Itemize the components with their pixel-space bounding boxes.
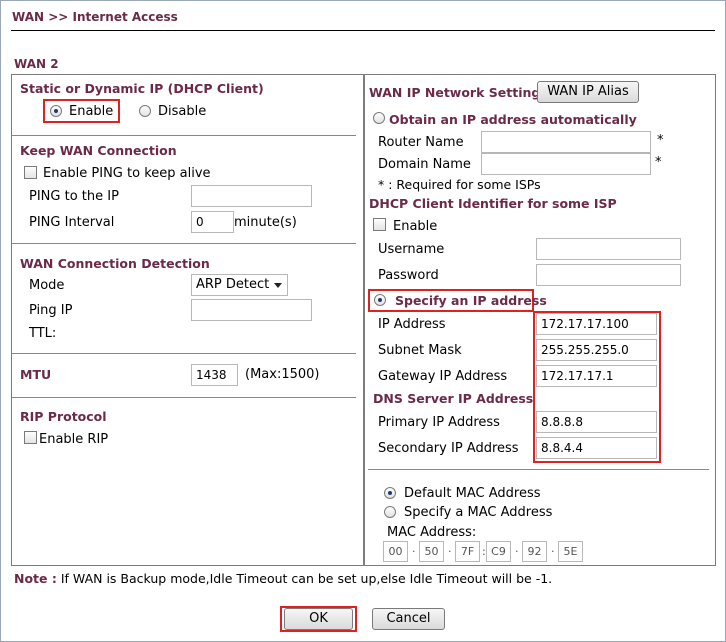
specify-ip-radio[interactable] <box>374 294 386 306</box>
enable-rip-label: Enable RIP <box>39 432 109 447</box>
detection-ping-ip-input[interactable] <box>191 299 312 321</box>
mtu-input[interactable]: 1438 <box>191 364 238 386</box>
ping-ip-label: PING to the IP <box>29 189 119 204</box>
cancel-button[interactable]: Cancel <box>372 608 445 630</box>
detection-title: WAN Connection Detection <box>20 256 210 271</box>
wan-ip-settings-title: WAN IP Network Settings <box>369 85 548 100</box>
username-input[interactable] <box>536 238 681 260</box>
obtain-auto-radio[interactable] <box>373 112 385 124</box>
specify-mac-radio[interactable] <box>384 506 396 518</box>
detection-ping-ip-label: Ping IP <box>29 303 73 318</box>
mode-label: Mode <box>29 278 65 293</box>
router-name-required: * <box>657 133 664 148</box>
mac-separator: · <box>412 545 416 558</box>
obtain-auto-label: Obtain an IP address automatically <box>389 112 637 127</box>
enable-label: Enable <box>69 104 114 119</box>
mac-separator: · <box>515 545 519 558</box>
password-label: Password <box>378 268 439 283</box>
subnet-mask-label: Subnet Mask <box>378 343 462 358</box>
secondary-dns-label: Secondary IP Address <box>378 441 519 456</box>
disable-label: Disable <box>158 104 207 119</box>
dns-title: DNS Server IP Address <box>373 391 534 406</box>
divider <box>12 243 356 244</box>
mac-octet-1[interactable]: 00 <box>383 541 408 562</box>
primary-dns-label: Primary IP Address <box>378 415 500 430</box>
dhcp-enable-label: Enable <box>393 219 438 234</box>
mode-value: ARP Detect <box>196 277 270 292</box>
note-text: Note : If WAN is Backup mode,Idle Timeou… <box>14 571 552 586</box>
note-body: If WAN is Backup mode,Idle Timeout can b… <box>56 571 553 586</box>
ping-interval-unit: minute(s) <box>234 215 297 230</box>
mac-octet-6[interactable]: 5E <box>558 541 583 562</box>
router-name-input[interactable] <box>481 131 651 153</box>
divider <box>12 135 356 136</box>
note-prefix: Note : <box>14 571 57 586</box>
ttl-label: TTL: <box>29 326 57 341</box>
domain-name-input[interactable] <box>481 153 651 175</box>
dhcp-client-id-title: DHCP Client Identifier for some ISP <box>369 196 617 211</box>
gateway-input[interactable]: 172.17.17.1 <box>536 365 657 387</box>
page-title: WAN >> Internet Access <box>12 10 178 24</box>
title-divider <box>11 30 715 31</box>
specify-mac-label: Specify a MAC Address <box>404 505 553 520</box>
mac-octet-5[interactable]: 92 <box>522 541 547 562</box>
mtu-label: MTU <box>20 367 52 382</box>
subnet-mask-input[interactable]: 255.255.255.0 <box>536 339 657 361</box>
enable-rip-checkbox[interactable] <box>24 431 37 444</box>
mac-separator: · <box>551 545 555 558</box>
chevron-down-icon <box>274 283 282 288</box>
password-input[interactable] <box>536 264 681 286</box>
router-name-label: Router Name <box>378 135 464 150</box>
required-note: * : Required for some ISPs <box>378 177 541 192</box>
ip-address-input[interactable]: 172.17.17.100 <box>536 313 657 335</box>
mac-octet-4[interactable]: C9 <box>486 541 511 562</box>
secondary-dns-input[interactable]: 8.8.4.4 <box>536 437 657 459</box>
mac-octet-2[interactable]: 50 <box>419 541 444 562</box>
rip-title: RIP Protocol <box>20 409 107 424</box>
mtu-max: (Max:1500) <box>245 367 320 382</box>
username-label: Username <box>378 242 445 257</box>
wan-ip-alias-button[interactable]: WAN IP Alias <box>537 81 639 103</box>
primary-dns-input[interactable]: 8.8.8.8 <box>536 411 657 433</box>
ip-address-label: IP Address <box>378 317 446 332</box>
static-dynamic-title: Static or Dynamic IP (DHCP Client) <box>20 81 264 96</box>
keep-wan-title: Keep WAN Connection <box>20 143 177 158</box>
divider <box>12 353 356 354</box>
dhcp-enable-checkbox[interactable] <box>373 218 386 231</box>
default-mac-label: Default MAC Address <box>404 486 541 501</box>
gateway-label: Gateway IP Address <box>378 369 508 384</box>
mac-address-label: MAC Address: <box>387 525 477 540</box>
mac-octet-3[interactable]: 7F <box>455 541 480 562</box>
disable-radio[interactable] <box>139 105 151 117</box>
enable-radio[interactable] <box>50 105 62 117</box>
ping-interval-input[interactable]: 0 <box>191 211 234 233</box>
ok-button[interactable]: OK <box>284 608 353 630</box>
divider <box>368 469 709 470</box>
domain-name-required: * <box>655 155 662 170</box>
enable-ping-checkbox[interactable] <box>24 166 37 179</box>
ping-interval-label: PING Interval <box>29 215 115 230</box>
ping-ip-input[interactable] <box>191 185 312 207</box>
mac-separator: · <box>448 545 452 558</box>
domain-name-label: Domain Name <box>378 157 471 172</box>
specify-ip-label: Specify an IP address <box>395 293 547 308</box>
mode-select[interactable]: ARP Detect <box>191 274 288 296</box>
wan-label: WAN 2 <box>14 57 59 71</box>
enable-ping-label: Enable PING to keep alive <box>43 166 211 181</box>
default-mac-radio[interactable] <box>384 487 396 499</box>
divider <box>12 397 356 398</box>
